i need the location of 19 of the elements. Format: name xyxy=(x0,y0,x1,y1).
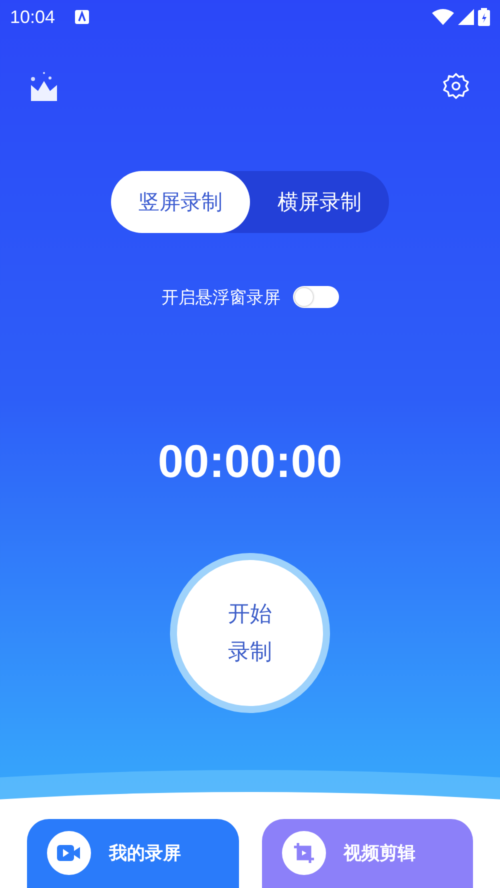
video-camera-icon xyxy=(47,831,91,875)
notification-icon xyxy=(75,10,90,24)
settings-icon[interactable] xyxy=(442,72,470,100)
toggle-switch[interactable] xyxy=(292,286,338,308)
mode-tab[interactable]: 横屏录制 xyxy=(250,171,389,233)
crop-icon xyxy=(282,831,326,875)
feature-card[interactable]: 视频剪辑 xyxy=(262,819,473,888)
timer-display: 00:00:00 xyxy=(158,434,342,489)
record-button[interactable]: 开始录制 xyxy=(170,553,330,713)
feature-card[interactable]: 我的录屏 xyxy=(27,819,238,888)
crown-icon[interactable] xyxy=(30,71,58,101)
status-time: 10:04 xyxy=(10,6,56,28)
card-label: 我的录屏 xyxy=(109,842,181,865)
floating-window-label: 开启悬浮窗录屏 xyxy=(162,286,280,308)
card-label: 视频剪辑 xyxy=(344,842,416,865)
signal-icon xyxy=(458,9,474,25)
battery-icon xyxy=(478,8,490,26)
mode-tab[interactable]: 竖屏录制 xyxy=(111,171,250,233)
wifi-icon xyxy=(432,9,454,25)
